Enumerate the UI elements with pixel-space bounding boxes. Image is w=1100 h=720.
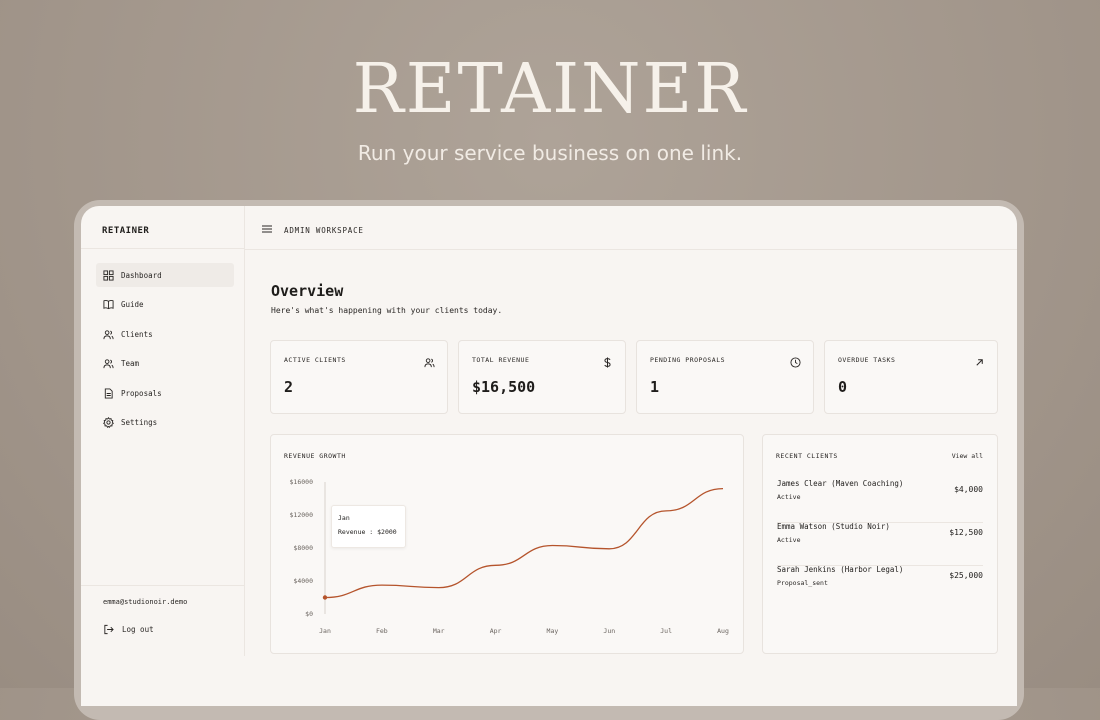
client-row[interactable]: Sarah Jenkins (Harbor Legal) Proposal_se… — [777, 565, 983, 608]
sidebar-item-proposals[interactable]: Proposals — [96, 381, 234, 405]
page-subtitle: Here's what's happening with your client… — [271, 306, 503, 315]
stat-label: PENDING PROPOSALS — [650, 356, 726, 364]
sidebar-item-label: Settings — [121, 418, 158, 427]
users-icon — [424, 353, 435, 368]
page-title: Overview — [271, 282, 344, 300]
y-tick-label: $4000 — [293, 577, 313, 585]
data-point — [322, 595, 328, 600]
x-tick-label: Feb — [376, 627, 388, 635]
client-amount: $12,500 — [949, 528, 983, 537]
chart-tooltip: Jan Revenue : $2000 — [331, 505, 406, 548]
brand-logo[interactable]: RETAINER — [102, 226, 149, 236]
arrow-up-right-icon — [974, 353, 985, 366]
stat-value: 1 — [650, 378, 660, 396]
hero-title: RETAINER — [352, 50, 748, 129]
x-tick-label: Jun — [603, 627, 615, 635]
clock-icon — [790, 353, 801, 368]
client-status: Active — [777, 536, 801, 544]
y-tick-label: $16000 — [290, 478, 314, 486]
sidebar-item-clients[interactable]: Clients — [96, 322, 234, 346]
logout-button[interactable]: Log out — [103, 624, 154, 635]
stat-value: 2 — [284, 378, 294, 396]
stat-label: TOTAL REVENUE — [472, 356, 530, 364]
sidebar-item-settings[interactable]: Settings — [96, 411, 234, 435]
recent-clients-panel: RECENT CLIENTS View all James Clear (Mav… — [762, 434, 998, 654]
stat-card-pending-proposals[interactable]: PENDING PROPOSALS 1 — [636, 340, 814, 414]
stat-label: ACTIVE CLIENTS — [284, 356, 346, 364]
stat-card-total-revenue[interactable]: TOTAL REVENUE $16,500 — [458, 340, 626, 414]
menu-icon[interactable] — [262, 225, 272, 233]
workspace-label: ADMIN WORKSPACE — [284, 226, 364, 235]
sidebar-item-label: Team — [121, 359, 140, 368]
panel-title: RECENT CLIENTS — [776, 452, 838, 460]
stat-card-overdue-tasks[interactable]: OVERDUE TASKS 0 — [824, 340, 998, 414]
stat-value: 0 — [838, 378, 848, 396]
view-all-link[interactable]: View all — [952, 452, 983, 460]
book-icon — [103, 299, 114, 310]
sidebar-item-team[interactable]: Team — [96, 352, 234, 376]
x-tick-label: May — [547, 627, 559, 635]
client-name: James Clear (Maven Coaching) — [777, 479, 904, 488]
client-status: Active — [777, 493, 801, 501]
client-amount: $4,000 — [954, 485, 983, 494]
x-tick-label: Jul — [660, 627, 672, 635]
client-row[interactable]: James Clear (Maven Coaching) Active $4,0… — [777, 479, 983, 523]
tooltip-value: Revenue : $2000 — [338, 528, 397, 536]
client-row[interactable]: Emma Watson (Studio Noir) Active $12,500 — [777, 522, 983, 566]
sidebar-item-dashboard[interactable]: Dashboard — [96, 263, 234, 287]
y-tick-label: $12000 — [290, 511, 314, 519]
sidebar-item-label: Clients — [121, 329, 153, 339]
y-tick-label: $0 — [305, 610, 313, 618]
user-email: emma@studionoir.demo — [103, 598, 188, 606]
sidebar-item-guide[interactable]: Guide — [96, 293, 234, 317]
dollar-icon — [602, 353, 613, 368]
file-icon — [103, 387, 114, 399]
x-tick-label: Jan — [319, 627, 331, 635]
stat-value: $16,500 — [472, 378, 536, 396]
divider — [81, 585, 244, 586]
x-tick-label: Mar — [433, 627, 445, 635]
gear-icon — [103, 417, 114, 428]
x-tick-label: Apr — [490, 627, 502, 635]
logout-icon — [104, 624, 114, 635]
sidebar: RETAINER Dashboard Guide Clients Team Pr… — [81, 206, 245, 656]
sidebar-item-label: Guide — [121, 300, 144, 309]
divider — [81, 248, 244, 249]
client-name: Sarah Jenkins (Harbor Legal) — [777, 565, 904, 574]
tooltip-label: Jan — [338, 514, 350, 522]
sidebar-nav: Dashboard Guide Clients Team Proposals S… — [96, 263, 234, 440]
x-tick-label: Aug — [717, 627, 729, 635]
users-icon — [103, 358, 114, 369]
sidebar-item-label: Proposals — [121, 388, 162, 398]
client-status: Proposal_sent — [777, 579, 828, 587]
client-amount: $25,000 — [949, 571, 983, 580]
stat-card-active-clients[interactable]: ACTIVE CLIENTS 2 — [270, 340, 448, 414]
revenue-growth-panel: REVENUE GROWTH $0 $4000 $8000 $12000 $16000 J… — [270, 434, 744, 654]
stat-label: OVERDUE TASKS — [838, 356, 896, 364]
client-name: Emma Watson (Studio Noir) — [777, 522, 890, 531]
dashboard-icon — [103, 269, 114, 281]
users-icon — [103, 329, 114, 340]
hero-subtitle: Run your service business on one link. — [357, 141, 743, 165]
top-bar: ADMIN WORKSPACE — [245, 206, 1017, 250]
y-tick-label: $8000 — [293, 544, 313, 552]
sidebar-item-label: Dashboard — [121, 270, 162, 280]
logout-label: Log out — [122, 625, 154, 634]
